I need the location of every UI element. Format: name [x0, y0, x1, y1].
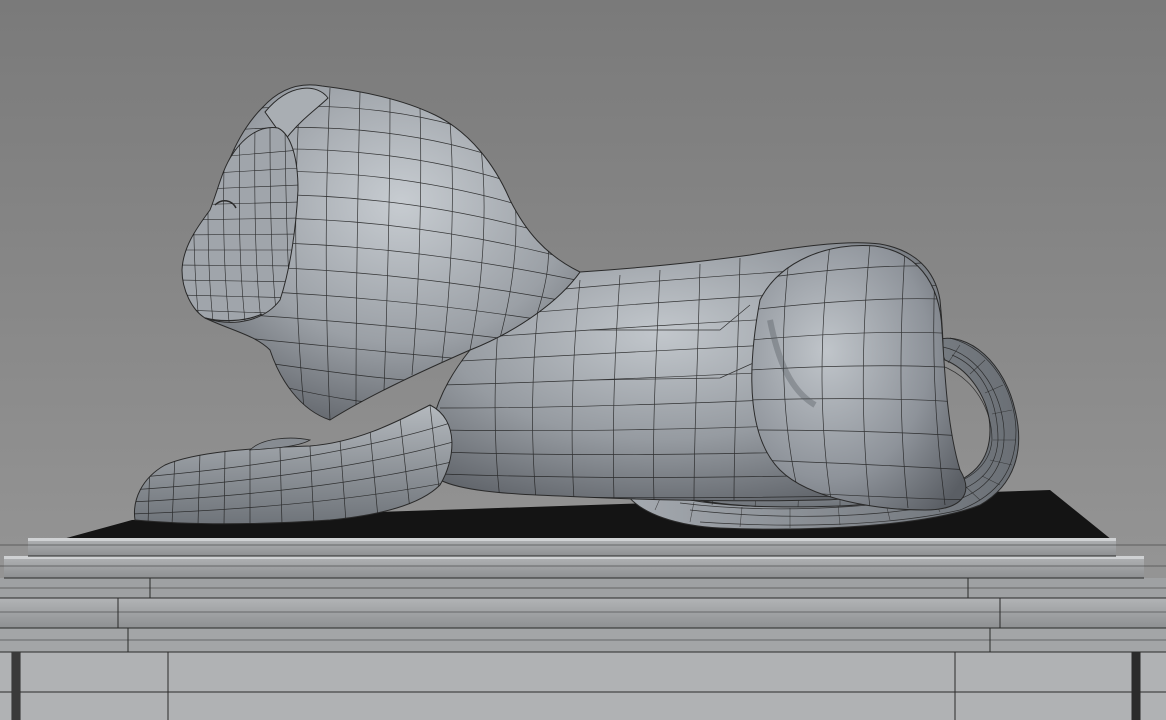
pedestal-tier-4 — [0, 598, 1166, 628]
pedestal — [0, 490, 1166, 720]
pedestal-tier-2 — [4, 556, 1144, 578]
lion-render-canvas — [0, 0, 1166, 720]
pedestal-base — [0, 652, 1166, 720]
render-viewport — [0, 0, 1166, 720]
